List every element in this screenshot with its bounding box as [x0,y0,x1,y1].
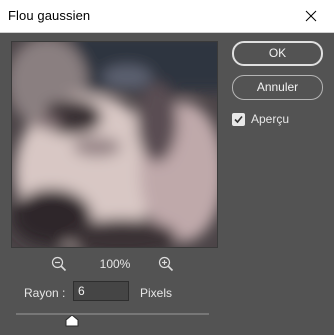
close-icon [305,10,317,22]
preview-label: Aperçu [251,112,290,126]
radius-label: Rayon : [24,286,66,300]
dialog-title: Flou gaussien [8,8,91,23]
radius-unit-label: Pixels [140,286,173,300]
zoom-level: 100% [99,257,131,271]
zoom-controls: 100% [0,256,240,274]
radius-slider-thumb[interactable] [65,315,79,327]
preview-checkbox[interactable] [232,112,245,126]
preview-image [12,42,217,247]
cancel-button[interactable]: Annuler [232,75,323,100]
close-button[interactable] [288,0,334,32]
zoom-out-icon[interactable] [51,256,67,272]
zoom-in-icon[interactable] [158,256,174,272]
checkmark-icon [234,115,243,123]
gaussian-blur-dialog: Flou gaussien 100% Rayon: 6 Pixels OK A… [0,0,334,335]
title-bar: Flou gaussien [0,0,334,33]
radius-slider-track[interactable] [16,313,209,315]
radius-input[interactable] [73,281,129,301]
ok-button[interactable]: OK [232,41,323,66]
preview-toggle[interactable]: Aperçu [232,112,289,126]
blur-preview[interactable] [11,41,218,248]
